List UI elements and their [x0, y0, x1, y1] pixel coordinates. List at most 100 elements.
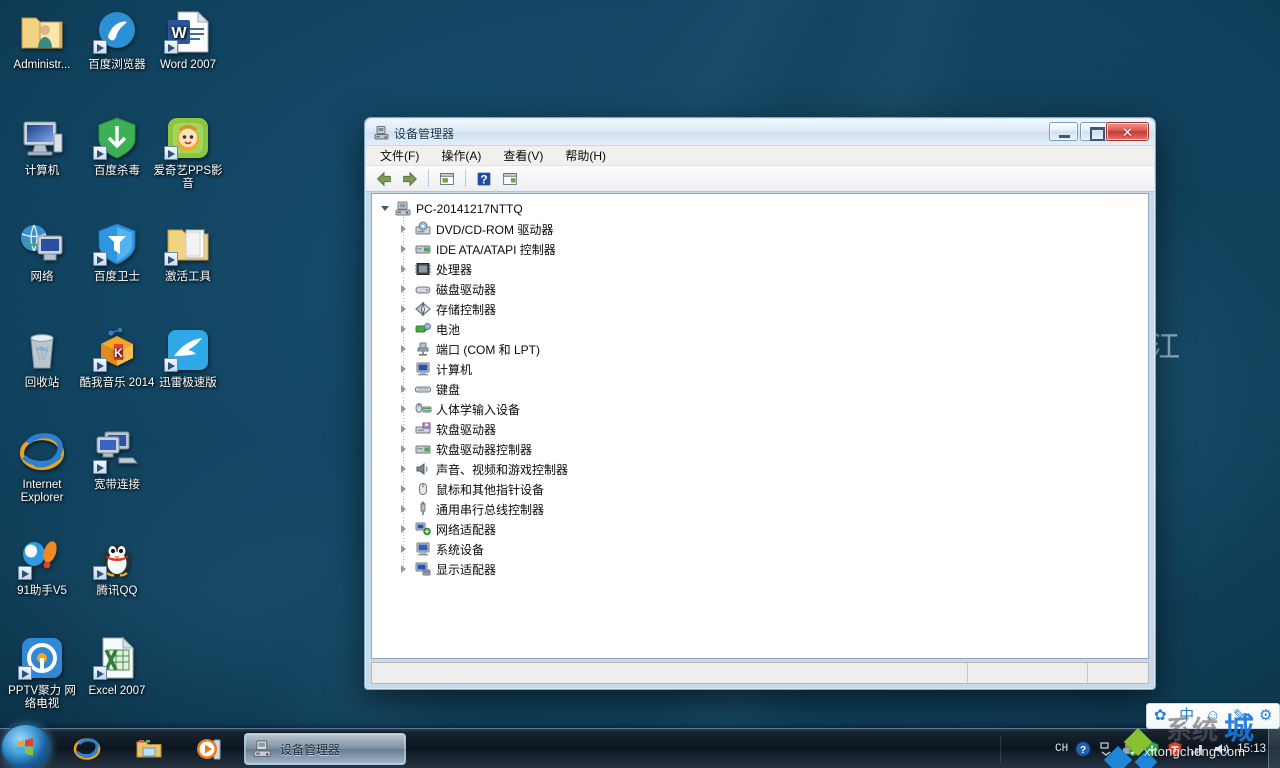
help-tray-icon[interactable]: ?	[1075, 741, 1091, 757]
expand-arrow-icon[interactable]	[396, 559, 412, 579]
tree-node-label: IDE ATA/ATAPI 控制器	[436, 242, 556, 257]
tree-node[interactable]: 电池	[396, 319, 1148, 339]
desktop-icon-15[interactable]: 91助手V5	[4, 534, 80, 598]
expand-arrow-icon[interactable]	[396, 519, 412, 539]
desktop-icon-16[interactable]: 腾讯QQ	[79, 534, 155, 598]
handwriting-pen-icon[interactable]: ✎	[1230, 707, 1248, 725]
device-manager-window[interactable]: 设备管理器 ✕ 文件(F) 操作(A) 查看(V) 帮助(H) ? PC-201412…	[364, 117, 1156, 690]
tray-language-indicator[interactable]: CH	[1055, 743, 1068, 755]
desktop-icon-7[interactable]: 网络	[4, 220, 80, 284]
desktop-icon-6[interactable]: 爱奇艺PPS影音	[150, 114, 226, 191]
device-tree-panel[interactable]: PC-20141217NTTQ DVD/CD-ROM 驱动器 IDE ATA/ATA…	[371, 193, 1149, 659]
expand-arrow-icon[interactable]	[378, 199, 394, 219]
desktop-icon-17[interactable]: PPTV聚力 网络电视	[4, 634, 80, 711]
start-button[interactable]	[2, 725, 50, 768]
ime-floating-toolbar[interactable]: ✿ 中 ☺ ✎ ⚙	[1146, 703, 1280, 729]
quicklaunch-media-player[interactable]	[194, 735, 224, 763]
baidu-guard-tray-icon[interactable]	[1144, 741, 1160, 757]
tree-node[interactable]: 显示适配器	[396, 559, 1148, 579]
tree-node[interactable]: 通用串行总线控制器	[396, 499, 1148, 519]
maximize-button[interactable]	[1080, 122, 1109, 141]
close-button[interactable]: ✕	[1106, 122, 1149, 141]
expand-arrow-icon[interactable]	[396, 379, 412, 399]
tree-node[interactable]: 计算机	[396, 359, 1148, 379]
desktop-icon-11[interactable]: K 酷我音乐 2014	[79, 326, 155, 390]
chinese-mode-icon[interactable]: 中	[1178, 707, 1196, 725]
desktop-icon-4[interactable]: 计算机	[4, 114, 80, 178]
tree-node[interactable]: 键盘	[396, 379, 1148, 399]
quicklaunch-internet-explorer[interactable]	[72, 735, 102, 763]
taskbar[interactable]: 设备管理器 CH ? 15:13	[0, 725, 1280, 768]
tree-node-root[interactable]: PC-20141217NTTQ	[378, 199, 1148, 219]
tree-node[interactable]: 人体学输入设备	[396, 399, 1148, 419]
tree-node[interactable]: 声音、视频和游戏控制器	[396, 459, 1148, 479]
expand-arrow-icon[interactable]	[396, 499, 412, 519]
tree-node[interactable]: 磁盘驱动器	[396, 279, 1148, 299]
menu-item-1[interactable]: 文件(F)	[376, 146, 423, 165]
network-tray-icon[interactable]	[1190, 741, 1206, 757]
tree-node[interactable]: 存储控制器	[396, 299, 1148, 319]
quicklaunch-windows-explorer[interactable]	[134, 735, 164, 763]
back-icon[interactable]	[373, 168, 395, 190]
help-icon[interactable]: ?	[473, 168, 495, 190]
expand-arrow-icon[interactable]	[396, 219, 412, 239]
expand-arrow-icon[interactable]	[396, 359, 412, 379]
desktop-icon-9[interactable]: 激活工具	[150, 220, 226, 284]
ime-settings-gear-icon[interactable]: ⚙	[1257, 707, 1275, 725]
taskbar-clock[interactable]: 15:13	[1237, 743, 1266, 756]
menu-bar: 文件(F) 操作(A) 查看(V) 帮助(H)	[366, 146, 1154, 166]
tree-node[interactable]: 网络适配器	[396, 519, 1148, 539]
expand-arrow-icon[interactable]	[396, 399, 412, 419]
desktop-icon-18[interactable]: Excel 2007	[79, 634, 155, 698]
show-hidden-icons-chevron[interactable]	[1098, 741, 1114, 757]
menu-item-4[interactable]: 帮助(H)	[561, 146, 610, 165]
tree-node[interactable]: 软盘驱动器控制器	[396, 439, 1148, 459]
forward-icon[interactable]	[399, 168, 421, 190]
desktop-icon-5[interactable]: 百度杀毒	[79, 114, 155, 178]
show-desktop-button[interactable]	[1268, 729, 1280, 768]
expand-arrow-icon[interactable]	[396, 479, 412, 499]
tree-node[interactable]: 端口 (COM 和 LPT)	[396, 339, 1148, 359]
tree-node[interactable]: DVD/CD-ROM 驱动器	[396, 219, 1148, 239]
antivirus-tray-icon[interactable]	[1167, 741, 1183, 757]
expand-arrow-icon[interactable]	[396, 259, 412, 279]
tree-node[interactable]: 处理器	[396, 259, 1148, 279]
desktop-icon-14[interactable]: 宽带连接	[79, 428, 155, 492]
expand-arrow-icon[interactable]	[396, 339, 412, 359]
expand-arrow-icon[interactable]	[396, 459, 412, 479]
baidu-paw-logo-icon[interactable]: ✿	[1151, 707, 1169, 725]
desktop-icon-3[interactable]: W Word 2007	[150, 8, 226, 72]
minimize-button[interactable]	[1049, 122, 1078, 141]
window-titlebar[interactable]: 设备管理器 ✕	[366, 119, 1154, 146]
expand-arrow-icon[interactable]	[396, 419, 412, 439]
scan-hardware-icon[interactable]	[499, 168, 521, 190]
desktop-icon-1[interactable]: Administr...	[4, 8, 80, 72]
desktop-icon-8[interactable]: 百度卫士	[79, 220, 155, 284]
desktop-icon-12[interactable]: 迅雷极速版	[150, 326, 226, 390]
tree-node-label: 键盘	[436, 382, 461, 397]
desktop-icon-13[interactable]: Internet Explorer	[4, 428, 80, 505]
expand-arrow-icon[interactable]	[396, 299, 412, 319]
expand-arrow-icon[interactable]	[396, 319, 412, 339]
menu-item-2[interactable]: 操作(A)	[437, 146, 485, 165]
tree-node[interactable]: 鼠标和其他指针设备	[396, 479, 1148, 499]
device-manager-icon	[374, 126, 389, 140]
91-assistant-icon	[18, 534, 66, 582]
menu-item-3[interactable]: 查看(V)	[499, 146, 547, 165]
expand-arrow-icon[interactable]	[396, 439, 412, 459]
tree-node[interactable]: IDE ATA/ATAPI 控制器	[396, 239, 1148, 259]
expand-arrow-icon[interactable]	[396, 279, 412, 299]
expand-arrow-icon[interactable]	[396, 539, 412, 559]
tree-node[interactable]: 软盘驱动器	[396, 419, 1148, 439]
taskbar-task-device-manager[interactable]: 设备管理器	[244, 733, 406, 765]
desktop-icon-2[interactable]: 百度浏览器	[79, 8, 155, 72]
properties-icon[interactable]	[436, 168, 458, 190]
emoji-icon[interactable]: ☺	[1204, 707, 1222, 725]
expand-arrow-icon[interactable]	[396, 239, 412, 259]
shortcut-overlay-icon	[93, 40, 107, 54]
tree-node[interactable]: 系统设备	[396, 539, 1148, 559]
tree-node-label: 系统设备	[436, 542, 485, 557]
volume-tray-icon[interactable]	[1213, 741, 1229, 757]
desktop-icon-10[interactable]: 回收站	[4, 326, 80, 390]
safely-remove-hardware-icon[interactable]	[1121, 741, 1138, 757]
